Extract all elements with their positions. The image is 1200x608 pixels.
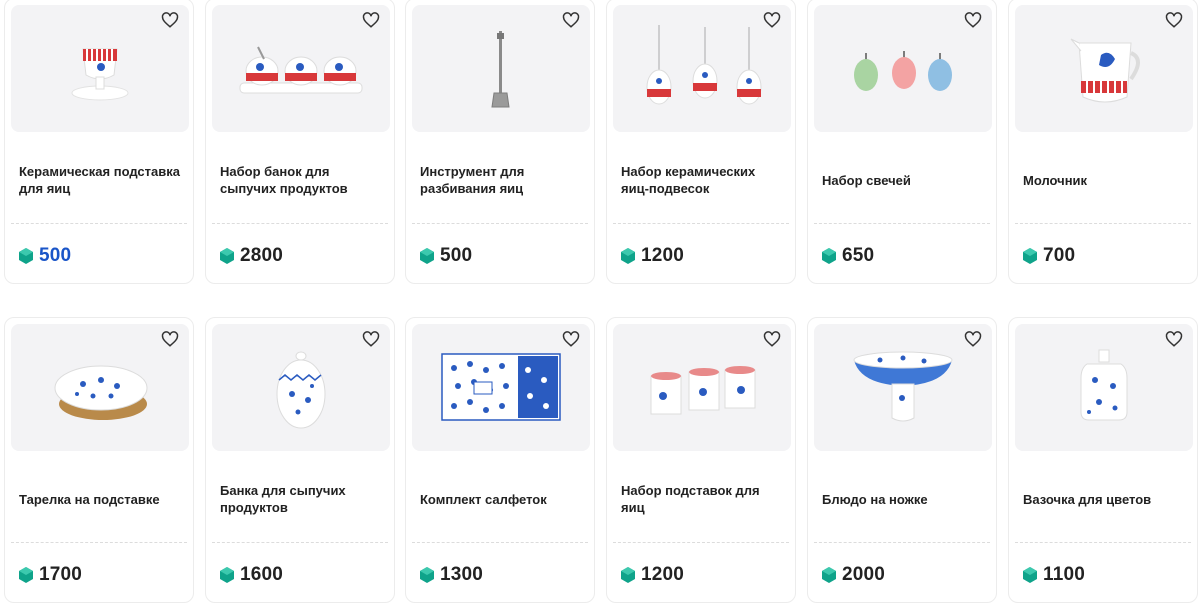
product-title: Банка для сыпучих продуктов	[220, 483, 346, 515]
product-title: Тарелка на подставке	[19, 491, 160, 507]
gem-icon	[19, 567, 33, 583]
product-card[interactable]: Набор свечей 650	[807, 0, 997, 284]
product-title: Набор подставок для яиц	[621, 483, 760, 515]
product-title: Керамическая подставка для яиц	[19, 164, 180, 196]
gem-icon	[19, 248, 33, 264]
divider	[814, 542, 990, 543]
gem-icon	[822, 567, 836, 583]
divider	[11, 223, 187, 224]
gem-icon	[822, 248, 836, 264]
product-price: 500	[420, 245, 472, 267]
heart-icon[interactable]	[763, 11, 781, 29]
price-value: 650	[842, 245, 875, 266]
product-title: Инструмент для разбивания яиц	[420, 164, 525, 196]
product-title: Набор керамических яиц-подвесок	[621, 164, 756, 196]
product-price: 1100	[1023, 564, 1085, 586]
product-title: Набор банок для сыпучих продуктов	[220, 164, 348, 196]
divider	[412, 223, 588, 224]
divider	[212, 223, 388, 224]
gem-icon	[1023, 248, 1037, 264]
product-title: Вазочка для цветов	[1023, 491, 1152, 507]
product-price: 650	[822, 245, 874, 267]
heart-icon[interactable]	[1165, 330, 1183, 348]
divider	[11, 542, 187, 543]
price-value: 2800	[240, 245, 284, 266]
price-value: 1200	[641, 564, 685, 585]
price-value: 500	[39, 245, 72, 266]
product-card[interactable]: Керамическая подставка для яиц 500	[4, 0, 194, 284]
heart-icon[interactable]	[964, 11, 982, 29]
divider	[412, 542, 588, 543]
product-card[interactable]: Набор керамических яиц-подвесок 1200	[606, 0, 796, 284]
price-value: 500	[440, 245, 473, 266]
product-card[interactable]: Инструмент для разбивания яиц 500	[405, 0, 595, 284]
gem-icon	[621, 567, 635, 583]
product-card[interactable]: Вазочка для цветов 1100	[1008, 317, 1198, 603]
product-title: Блюдо на ножке	[822, 491, 928, 507]
divider	[613, 223, 789, 224]
gem-icon	[420, 248, 434, 264]
heart-icon[interactable]	[362, 330, 380, 348]
price-value: 1700	[39, 564, 83, 585]
price-value: 1200	[641, 245, 685, 266]
heart-icon[interactable]	[763, 330, 781, 348]
product-price: 2800	[220, 245, 283, 267]
product-price: 1700	[19, 564, 82, 586]
gem-icon	[621, 248, 635, 264]
heart-icon[interactable]	[161, 11, 179, 29]
product-price: 500	[19, 245, 71, 267]
product-card[interactable]: Тарелка на подставке 1700	[4, 317, 194, 603]
heart-icon[interactable]	[161, 330, 179, 348]
gem-icon	[1023, 567, 1037, 583]
product-price: 1200	[621, 245, 684, 267]
divider	[1015, 542, 1191, 543]
divider	[212, 542, 388, 543]
heart-icon[interactable]	[362, 11, 380, 29]
product-price: 1600	[220, 564, 283, 586]
price-value: 2000	[842, 564, 886, 585]
heart-icon[interactable]	[964, 330, 982, 348]
price-value: 1300	[440, 564, 484, 585]
product-card[interactable]: Набор подставок для яиц 1200	[606, 317, 796, 603]
heart-icon[interactable]	[562, 330, 580, 348]
heart-icon[interactable]	[562, 11, 580, 29]
price-value: 700	[1043, 245, 1076, 266]
price-value: 1100	[1043, 564, 1086, 585]
gem-icon	[220, 248, 234, 264]
product-price: 2000	[822, 564, 885, 586]
product-title: Молочник	[1023, 172, 1088, 188]
product-price: 1300	[420, 564, 483, 586]
price-value: 1600	[240, 564, 284, 585]
product-price: 1200	[621, 564, 684, 586]
product-grid: Керамическая подставка для яиц 500 Набор…	[0, 0, 1200, 608]
product-card[interactable]: Банка для сыпучих продуктов 1600	[205, 317, 395, 603]
product-title: Набор свечей	[822, 172, 911, 188]
divider	[613, 542, 789, 543]
product-card[interactable]: Молочник 700	[1008, 0, 1198, 284]
product-price: 700	[1023, 245, 1075, 267]
product-card[interactable]: Комплект салфеток 1300	[405, 317, 595, 603]
product-card[interactable]: Набор банок для сыпучих продуктов 2800	[205, 0, 395, 284]
divider	[814, 223, 990, 224]
divider	[1015, 223, 1191, 224]
heart-icon[interactable]	[1165, 11, 1183, 29]
gem-icon	[220, 567, 234, 583]
gem-icon	[420, 567, 434, 583]
product-card[interactable]: Блюдо на ножке 2000	[807, 317, 997, 603]
product-title: Комплект салфеток	[420, 491, 547, 507]
